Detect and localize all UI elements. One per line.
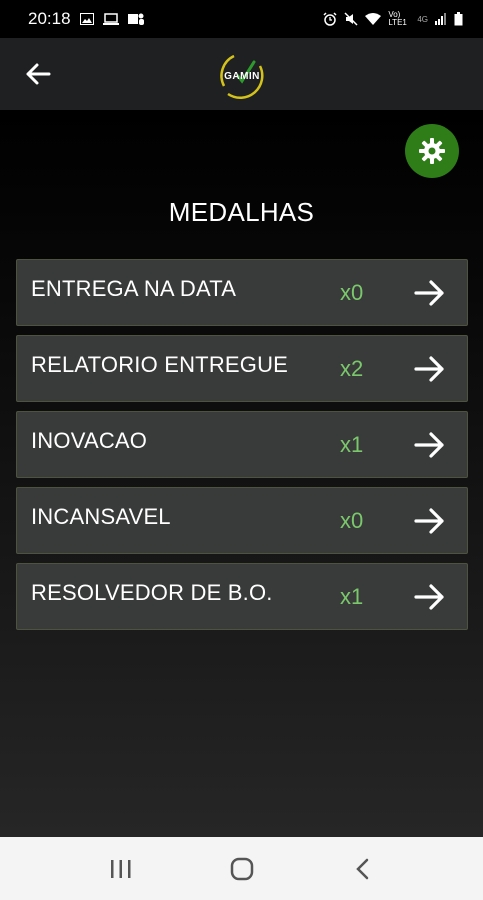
- medal-count: x1: [340, 584, 364, 609]
- medal-list: ENTREGA NA DATA x0 RELATORIO ENTREGUE x2…: [16, 259, 468, 639]
- arrow-right-icon[interactable]: [413, 580, 447, 614]
- battery-icon: [454, 12, 463, 26]
- carrier-label: Vo) LTE1: [388, 10, 407, 27]
- medal-name: ENTREGA NA DATA: [31, 276, 237, 301]
- medal-name: RESOLVEDOR DE B.O.: [31, 580, 273, 605]
- arrow-right-icon[interactable]: [413, 276, 447, 310]
- status-bar: 20:18 Vo) LTE1 4G: [0, 0, 483, 38]
- medal-name: INCANSAVEL: [31, 504, 171, 529]
- home-button[interactable]: [212, 849, 272, 889]
- image-icon: [79, 13, 94, 25]
- arrow-left-icon: [26, 63, 51, 85]
- laptop-icon: [102, 13, 119, 25]
- medal-item[interactable]: RESOLVEDOR DE B.O. x1: [16, 563, 468, 630]
- alarm-icon: [323, 12, 337, 26]
- signal-icon: [435, 13, 447, 25]
- system-back-button[interactable]: [333, 849, 393, 889]
- network-label: 4G: [417, 14, 428, 24]
- mute-icon: [344, 12, 358, 26]
- back-button[interactable]: [22, 58, 54, 90]
- svg-text:GAMIN: GAMIN: [224, 71, 260, 82]
- settings-button[interactable]: [405, 124, 459, 178]
- app-logo: GAMIN: [214, 48, 270, 104]
- app-bar: GAMIN: [0, 38, 483, 110]
- teams-icon: [127, 12, 144, 26]
- arrow-right-icon[interactable]: [413, 428, 447, 462]
- medal-name: RELATORIO ENTREGUE: [31, 352, 289, 377]
- recent-apps-button[interactable]: [91, 849, 151, 889]
- gear-icon: [419, 138, 445, 164]
- medal-item[interactable]: INOVACAO x1: [16, 411, 468, 478]
- medal-count: x0: [340, 280, 364, 305]
- medal-item[interactable]: ENTREGA NA DATA x0: [16, 259, 468, 326]
- status-right: Vo) LTE1 4G: [323, 11, 463, 27]
- medal-item[interactable]: RELATORIO ENTREGUE x2: [16, 335, 468, 402]
- chevron-left-icon: [355, 858, 368, 879]
- home-icon: [230, 857, 253, 880]
- medal-count: x1: [340, 432, 364, 457]
- wifi-icon: [365, 13, 382, 25]
- page-title: MEDALHAS: [168, 197, 315, 227]
- system-nav-bar: [0, 837, 483, 900]
- medal-item[interactable]: INCANSAVEL x0: [16, 487, 468, 554]
- status-time: 20:18: [28, 9, 71, 28]
- arrow-right-icon[interactable]: [413, 504, 447, 538]
- medal-count: x0: [340, 508, 364, 533]
- status-left: 20:18: [28, 9, 144, 29]
- medal-name: INOVACAO: [31, 428, 148, 453]
- content-area: MEDALHAS ENTREGA NA DATA x0 RELATORIO EN…: [0, 110, 483, 837]
- arrow-right-icon[interactable]: [413, 352, 447, 386]
- recent-apps-icon: [110, 859, 130, 878]
- medal-count: x2: [340, 356, 364, 381]
